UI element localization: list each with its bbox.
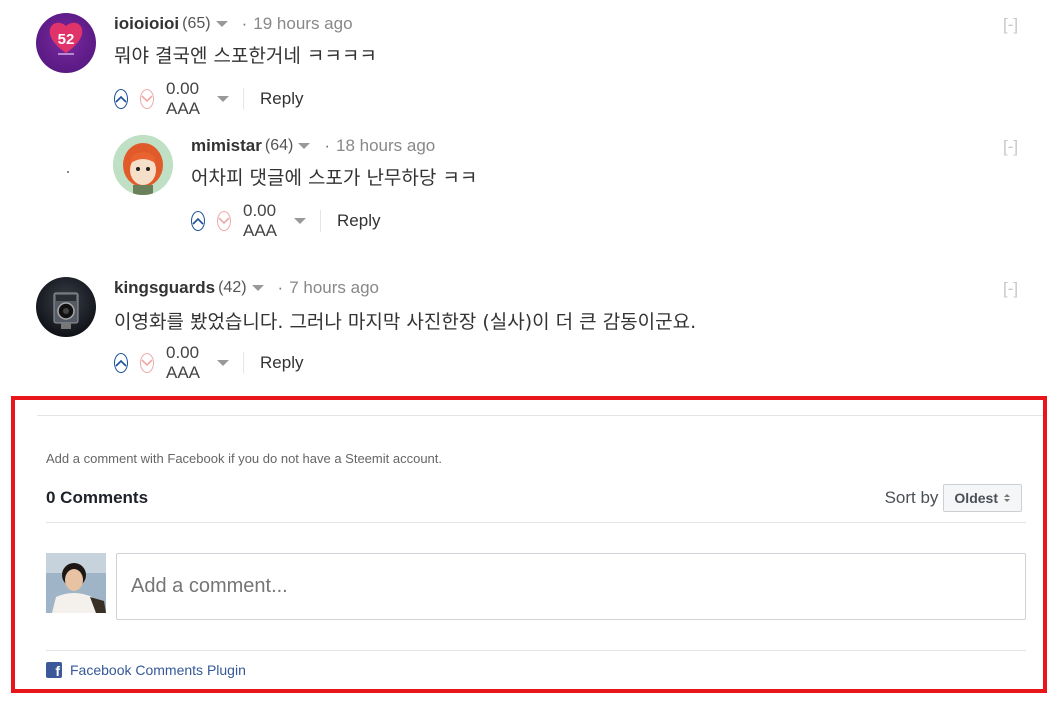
comment-meta: kingsguards (42) · 7 hours ago bbox=[114, 278, 379, 298]
downvote-button[interactable] bbox=[140, 353, 154, 373]
avatar[interactable] bbox=[36, 277, 96, 337]
author-name[interactable]: kingsguards bbox=[114, 278, 215, 298]
facebook-plugin-link[interactable]: f Facebook Comments Plugin bbox=[46, 662, 246, 678]
plugin-label[interactable]: Facebook Comments Plugin bbox=[70, 662, 246, 678]
chevron-down-icon[interactable] bbox=[298, 143, 311, 149]
facebook-note: Add a comment with Facebook if you do no… bbox=[46, 451, 442, 466]
user-photo-icon bbox=[46, 553, 106, 613]
comment-body: 뭐야 결국엔 스포한거네 ㅋㅋㅋㅋ bbox=[114, 45, 377, 67]
avatar[interactable] bbox=[113, 135, 173, 195]
svg-text:52: 52 bbox=[58, 31, 75, 48]
comment-actions: 0.00 AAA Reply bbox=[114, 79, 303, 119]
reputation: (64) bbox=[264, 137, 294, 154]
chevron-down-icon[interactable] bbox=[251, 285, 264, 291]
payout-value[interactable]: 0.00 AAA bbox=[243, 201, 289, 241]
comment-meta: mimistar (64) · 18 hours ago bbox=[191, 136, 435, 156]
comment-actions: 0.00 AAA Reply bbox=[191, 201, 380, 241]
chevron-down-icon[interactable] bbox=[215, 21, 228, 27]
downvote-button[interactable] bbox=[140, 89, 154, 109]
divider bbox=[37, 415, 1043, 416]
chevron-down-icon bbox=[141, 95, 153, 103]
vintage-camera-icon bbox=[53, 292, 79, 329]
divider bbox=[320, 210, 322, 232]
cartoon-girl-avatar-icon bbox=[113, 135, 173, 195]
divider bbox=[46, 522, 1026, 523]
chevron-up-icon bbox=[115, 95, 127, 103]
sort-value: Oldest bbox=[954, 490, 998, 506]
reply-link[interactable]: Reply bbox=[260, 353, 303, 373]
timestamp[interactable]: 7 hours ago bbox=[289, 278, 379, 298]
reputation: (65) bbox=[182, 15, 211, 32]
comment-actions: 0.00 AAA Reply bbox=[114, 343, 303, 383]
separator-dot: · bbox=[277, 278, 284, 297]
timestamp[interactable]: 18 hours ago bbox=[336, 136, 435, 156]
facebook-icon: f bbox=[46, 662, 62, 678]
author-name[interactable]: mimistar bbox=[191, 136, 262, 156]
reply-link[interactable]: Reply bbox=[260, 89, 303, 109]
divider bbox=[46, 650, 1026, 651]
collapse-button[interactable]: [-] bbox=[1003, 15, 1018, 35]
avatar[interactable]: 52 bbox=[36, 13, 96, 73]
downvote-button[interactable] bbox=[217, 211, 231, 231]
comment-count: 0 Comments bbox=[46, 488, 149, 507]
chevron-up-icon bbox=[192, 217, 204, 225]
reply-link[interactable]: Reply bbox=[337, 211, 380, 231]
chevron-down-icon[interactable] bbox=[217, 360, 230, 366]
divider bbox=[243, 352, 245, 374]
separator-dot: · bbox=[324, 136, 330, 155]
sort-control: Sort by Oldest bbox=[885, 484, 1022, 512]
comment-meta: ioioioioi (65) · 19 hours ago bbox=[114, 14, 353, 34]
collapse-button[interactable]: [-] bbox=[1003, 279, 1018, 299]
comment-input[interactable] bbox=[116, 553, 1026, 620]
chevron-down-icon[interactable] bbox=[294, 218, 307, 224]
comment-body: 이영화를 봤었습니다. 그러나 마지막 사진한장 (실사)이 더 큰 감동이군요… bbox=[114, 311, 697, 333]
divider bbox=[243, 88, 245, 110]
chevron-down-icon bbox=[141, 359, 153, 367]
user-avatar bbox=[46, 553, 106, 613]
chevron-up-icon bbox=[115, 359, 127, 367]
payout-value[interactable]: 0.00 AAA bbox=[166, 343, 212, 383]
collapse-button[interactable]: [-] bbox=[1003, 137, 1018, 157]
timestamp[interactable]: 19 hours ago bbox=[253, 14, 352, 34]
comment-body: 어차피 댓글에 스포가 난무하당 ㅋㅋ bbox=[191, 167, 478, 189]
upvote-button[interactable] bbox=[114, 89, 128, 109]
upvote-button[interactable] bbox=[114, 353, 128, 373]
sort-arrows-icon bbox=[1004, 494, 1010, 502]
author-name[interactable]: ioioioioi bbox=[114, 14, 179, 34]
thread-dot bbox=[67, 171, 69, 173]
sort-select[interactable]: Oldest bbox=[943, 484, 1022, 512]
steemit-52-badge-icon: 52 bbox=[49, 22, 83, 55]
chevron-down-icon bbox=[218, 217, 230, 225]
separator-dot: · bbox=[241, 14, 248, 33]
facebook-comments-box: Add a comment with Facebook if you do no… bbox=[11, 396, 1047, 693]
reputation: (42) bbox=[218, 279, 247, 296]
chevron-down-icon[interactable] bbox=[217, 96, 230, 102]
upvote-button[interactable] bbox=[191, 211, 205, 231]
payout-value[interactable]: 0.00 AAA bbox=[166, 79, 212, 119]
sort-label: Sort by bbox=[884, 488, 939, 507]
